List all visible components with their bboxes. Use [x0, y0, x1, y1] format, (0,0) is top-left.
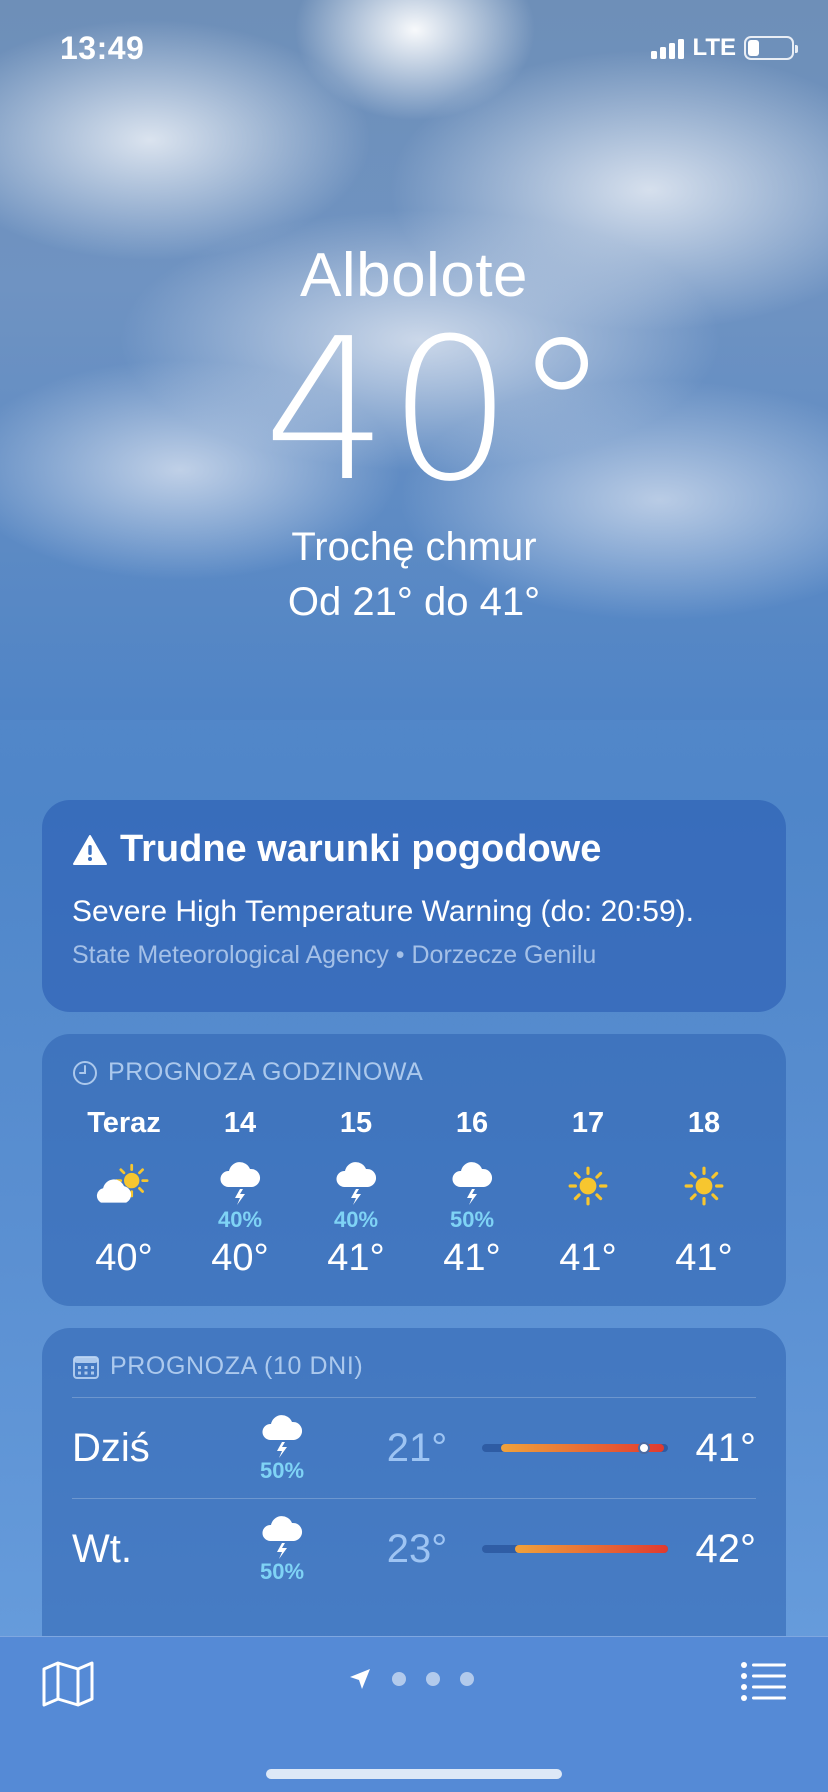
network-label: LTE — [692, 34, 736, 61]
location-arrow-icon — [350, 1669, 370, 1689]
signal-icon — [651, 37, 685, 59]
thunderstorm-icon — [332, 1151, 380, 1207]
hour-temperature: 40° — [95, 1237, 153, 1279]
status-bar: 13:49 LTE — [0, 0, 828, 100]
partly-cloudy-sun-icon — [94, 1151, 154, 1207]
precipitation-chance: 40% — [217, 1207, 263, 1232]
thunderstorm-icon: 50% — [222, 1513, 342, 1585]
map-icon[interactable] — [40, 1659, 96, 1709]
day-low: 21° — [386, 1425, 448, 1470]
severe-weather-alert[interactable]: Trudne warunki pogodowe Severe High Temp… — [42, 800, 786, 1012]
precipitation-chance: 50% — [259, 1559, 305, 1584]
status-time: 13:49 — [60, 30, 145, 66]
hourly-title: PROGNOZA GODZINOWA — [108, 1058, 424, 1086]
alert-source: State Meteorological Agency • Dorzecze G… — [72, 941, 597, 969]
clock-icon — [73, 1060, 97, 1085]
list-icon[interactable] — [740, 1661, 788, 1701]
page-dot — [460, 1672, 474, 1686]
temperature-range: Od 21° do 41° — [287, 580, 541, 624]
weather-condition: Trochę chmur — [291, 525, 537, 569]
daily-title: PROGNOZA (10 DNI) — [110, 1352, 364, 1380]
alert-header: Trudne warunki pogodowe — [72, 828, 756, 871]
hour-label: 17 — [571, 1107, 605, 1139]
thunderstorm-icon — [216, 1151, 264, 1207]
hour-temperature: 41° — [327, 1237, 385, 1279]
day-high: 42° — [695, 1526, 757, 1571]
daily-list: Dziś 50% 21° 41° Wt. 50% 23° 42° — [72, 1398, 756, 1599]
battery-icon — [744, 36, 798, 60]
daily-header: PROGNOZA (10 DNI) — [72, 1352, 756, 1381]
hourly-item: 16 50% 41° — [420, 1107, 524, 1280]
hour-temperature: 41° — [675, 1237, 733, 1279]
day-name: Wt. — [72, 1526, 132, 1571]
daily-row[interactable]: Dziś 50% 21° 41° — [72, 1398, 756, 1498]
hourly-item: 17 41° — [536, 1107, 640, 1280]
day-high: 41° — [695, 1425, 757, 1470]
hour-label: 15 — [339, 1107, 373, 1139]
day-low: 23° — [386, 1526, 448, 1571]
hour-label: Teraz — [87, 1107, 161, 1139]
home-indicator — [266, 1769, 562, 1779]
sun-icon — [683, 1151, 725, 1207]
hourly-item: 14 40% 40° — [188, 1107, 292, 1280]
hour-label: 14 — [223, 1107, 257, 1139]
hour-temperature: 40° — [211, 1237, 269, 1279]
hourly-forecast[interactable]: PROGNOZA GODZINOWA Teraz 40° 14 40% 40° … — [42, 1034, 786, 1306]
bottom-toolbar — [0, 1636, 828, 1792]
current-weather: Albolote 40° Trochę chmur Od 21° do 41° — [0, 240, 828, 625]
sun-icon — [567, 1151, 609, 1207]
alert-title: Trudne warunki pogodowe — [120, 828, 602, 870]
hourly-item: 15 40% 41° — [304, 1107, 408, 1280]
status-indicators: LTE — [651, 34, 798, 62]
thunderstorm-icon — [448, 1151, 496, 1207]
page-dot — [392, 1672, 406, 1686]
warning-triangle-icon — [73, 834, 107, 865]
hour-temperature: 41° — [559, 1237, 617, 1279]
hour-label: 18 — [687, 1107, 721, 1139]
page-dot — [426, 1672, 440, 1686]
daily-row[interactable]: Wt. 50% 23° 42° — [72, 1499, 756, 1599]
alert-text: Severe High Temperature Warning (do: 20:… — [72, 895, 694, 928]
hourly-item: Teraz 40° — [72, 1107, 176, 1280]
hourly-item: 18 41° — [652, 1107, 756, 1280]
calendar-icon — [73, 1355, 99, 1379]
temperature-range-bar — [482, 1545, 668, 1553]
hourly-header: PROGNOZA GODZINOWA — [72, 1058, 756, 1087]
day-name: Dziś — [72, 1425, 150, 1470]
precipitation-chance: 50% — [449, 1207, 495, 1232]
thunderstorm-icon: 50% — [222, 1412, 342, 1484]
precipitation-chance: 40% — [333, 1207, 379, 1232]
current-temp-marker — [637, 1442, 650, 1454]
hour-label: 16 — [455, 1107, 489, 1139]
current-temperature: 40° — [263, 297, 611, 525]
hour-temperature: 41° — [443, 1237, 501, 1279]
precipitation-chance: 50% — [259, 1458, 305, 1483]
hourly-list: Teraz 40° 14 40% 40° 15 40% 41° 16 50% 4… — [72, 1107, 756, 1280]
page-indicator[interactable] — [348, 1667, 474, 1691]
temperature-range-bar — [482, 1442, 668, 1454]
